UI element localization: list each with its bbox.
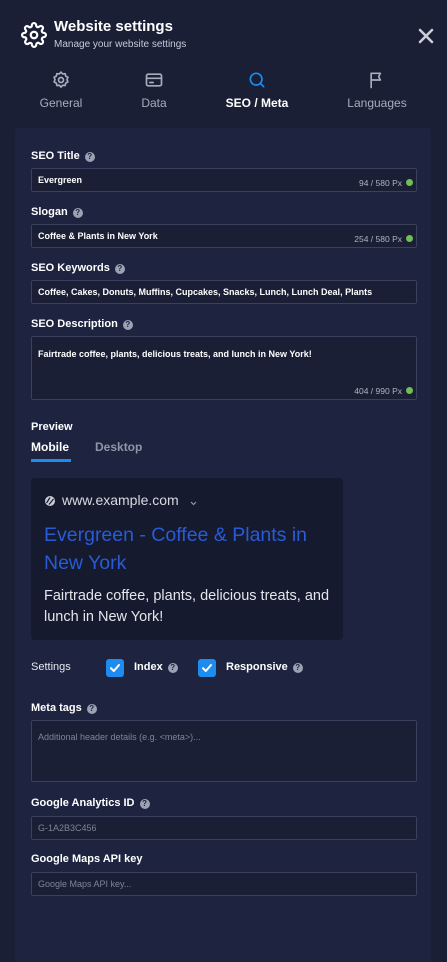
check-icon [110,664,120,672]
maps-api-key-input[interactable]: Google Maps API key... [31,872,417,896]
page-title: Website settings [54,18,173,35]
seo-title-label-text: SEO Title [31,150,80,162]
tab-general[interactable]: General [11,60,111,118]
slogan-label: Slogan? [31,206,83,218]
analytics-id-input[interactable]: G-1A2B3C456 [31,816,417,840]
active-tab-indicator [31,459,71,462]
help-icon[interactable]: ? [139,799,150,809]
seo-title-label: SEO Title? [31,150,95,162]
meta-tags-label: Meta tags? [31,702,97,714]
seo-description-value: Fairtrade coffee, plants, delicious trea… [38,349,312,359]
seo-description-label: SEO Description? [31,318,133,330]
meta-tags-placeholder: Additional header details (e.g. <meta>).… [38,732,201,742]
search-preview-card: www.example.com Evergreen - Coffee & Pla… [31,478,343,640]
tab-seo-meta[interactable]: SEO / Meta [207,60,307,118]
seo-keywords-label: SEO Keywords? [31,262,125,274]
tab-desktop[interactable]: Desktop [95,440,142,454]
help-icon[interactable]: ? [292,663,303,673]
status-dot [406,179,413,186]
tab-languages[interactable]: Languages [327,60,427,118]
tab-data[interactable]: Data [104,60,204,118]
seo-keywords-label-text: SEO Keywords [31,262,110,274]
analytics-placeholder: G-1A2B3C456 [38,823,97,833]
page-subtitle: Manage your website settings [54,39,187,50]
seo-keywords-input[interactable]: Coffee, Cakes, Donuts, Muffins, Cupcakes… [31,280,417,304]
check-icon [202,664,212,672]
settings-label: Settings [31,661,71,673]
help-icon[interactable]: ? [72,208,83,218]
analytics-label: Google Analytics ID? [31,797,150,809]
card-icon [144,70,164,90]
tab-general-label: General [39,96,83,110]
seo-description-textarea[interactable]: Fairtrade coffee, plants, delicious trea… [31,336,417,400]
flag-icon [367,70,387,90]
globe-icon [44,494,56,506]
maps-api-key-label: Google Maps API key [31,853,143,865]
help-icon[interactable]: ? [114,264,125,274]
responsive-label: Responsive? [226,661,303,673]
help-icon[interactable]: ? [167,663,178,673]
close-icon[interactable] [417,27,435,45]
meta-tags-textarea[interactable]: Additional header details (e.g. <meta>).… [31,720,417,782]
tab-bar: General Data SEO / Meta Languages [0,60,447,118]
slogan-counter: 254 / 580 Px [354,234,402,244]
help-icon[interactable]: ? [122,320,133,330]
tab-data-label: Data [141,96,167,110]
tab-languages-label: Languages [347,96,407,110]
responsive-label-text: Responsive [226,661,288,673]
maps-placeholder: Google Maps API key... [38,879,132,889]
status-dot [406,387,413,394]
preview-label: Preview [31,421,73,433]
search-icon [247,70,267,90]
index-label: Index? [134,661,178,673]
responsive-checkbox[interactable] [198,659,216,677]
help-icon[interactable]: ? [84,152,95,162]
seo-description-label-text: SEO Description [31,318,118,330]
analytics-label-text: Google Analytics ID [31,797,135,809]
tab-seo-meta-label: SEO / Meta [225,96,289,110]
slogan-value: Coffee & Plants in New York [38,231,158,241]
gear-icon [51,70,71,90]
preview-title[interactable]: Evergreen - Coffee & Plants in New York [44,521,334,577]
slogan-input[interactable]: Coffee & Plants in New York 254 / 580 Px [31,224,417,248]
gear-icon [21,22,47,48]
meta-tags-label-text: Meta tags [31,702,82,714]
seo-keywords-value: Coffee, Cakes, Donuts, Muffins, Cupcakes… [38,287,373,297]
status-dot [406,235,413,242]
seo-title-value: Evergreen [38,175,83,185]
help-icon[interactable]: ? [86,704,97,714]
seo-title-input[interactable]: Evergreen 94 / 580 Px [31,168,417,192]
tab-mobile[interactable]: Mobile [31,440,69,454]
seo-title-counter: 94 / 580 Px [358,178,402,188]
seo-description-counter: 404 / 990 Px [354,386,402,396]
slogan-label-text: Slogan [31,206,68,218]
index-checkbox[interactable] [106,659,124,677]
chevron-down-icon [189,495,198,506]
preview-description: Fairtrade coffee, plants, delicious trea… [44,588,330,625]
preview-url: www.example.com [62,492,179,508]
index-label-text: Index [134,661,163,673]
header: Website settings Manage your website set… [0,0,447,60]
